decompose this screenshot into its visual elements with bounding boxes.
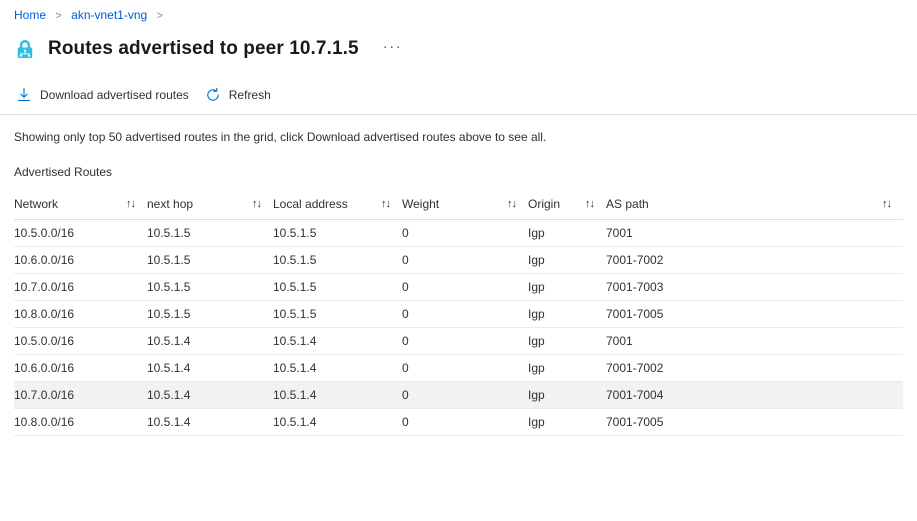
sort-icon-as-path[interactable]: ↑↓ <box>876 198 892 210</box>
column-header-local-address-label: Local address <box>273 197 348 211</box>
table-row[interactable]: 10.7.0.0/16 10.5.1.5 10.5.1.5 0 Igp 7001-7003 <box>14 273 903 301</box>
cell-next_hop: 10.5.1.4 <box>147 327 273 355</box>
column-header-network-label: Network <box>14 197 59 211</box>
table-row[interactable]: 10.8.0.0/16 10.5.1.4 10.5.1.4 0 Igp 7001-7005 <box>14 408 903 436</box>
cell-network: 10.8.0.0/16 <box>14 408 147 436</box>
cell-next_hop: 10.5.1.5 <box>147 246 273 274</box>
cell-as_path: 7001-7005 <box>606 300 903 328</box>
table-row[interactable]: 10.6.0.0/16 10.5.1.5 10.5.1.5 0 Igp 7001-7002 <box>14 246 903 274</box>
refresh-icon <box>207 87 219 101</box>
cell-weight: 0 <box>402 273 528 301</box>
table-header-row: Network ↑↓ next hop ↑↓ Local address ↑↓ <box>14 189 903 220</box>
cell-origin: Igp <box>528 327 606 355</box>
cell-network: 10.5.0.0/16 <box>14 327 147 355</box>
cell-weight: 0 <box>402 219 528 247</box>
cell-as_path: 7001 <box>606 327 903 355</box>
cell-origin: Igp <box>528 300 606 328</box>
table-row[interactable]: 10.5.0.0/16 10.5.1.4 10.5.1.4 0 Igp 7001 <box>14 327 903 355</box>
cell-origin: Igp <box>528 246 606 274</box>
cell-network: 10.7.0.0/16 <box>14 381 147 409</box>
download-advertised-routes-label: Download advertised routes <box>40 88 189 102</box>
breadcrumb-item-home[interactable]: Home <box>14 8 46 22</box>
cell-next_hop: 10.5.1.4 <box>147 408 273 436</box>
cell-network: 10.6.0.0/16 <box>14 354 147 382</box>
cell-as_path: 7001-7003 <box>606 273 903 301</box>
cell-weight: 0 <box>402 300 528 328</box>
cell-weight: 0 <box>402 327 528 355</box>
cell-weight: 0 <box>402 381 528 409</box>
cell-as_path: 7001-7004 <box>606 381 903 409</box>
column-header-weight-label: Weight <box>402 197 440 211</box>
cell-local_address: 10.5.1.4 <box>273 354 402 382</box>
sort-icon-local-address[interactable]: ↑↓ <box>375 198 391 210</box>
cell-weight: 0 <box>402 246 528 274</box>
column-header-as-path-label: AS path <box>606 197 649 211</box>
download-icon <box>17 88 31 101</box>
breadcrumb-separator-trailing: > <box>156 10 163 22</box>
cell-as_path: 7001-7005 <box>606 408 903 436</box>
command-bar: Download advertised routes Refresh <box>0 78 917 115</box>
cell-as_path: 7001-7002 <box>606 246 903 274</box>
breadcrumb-separator: > <box>55 10 62 22</box>
cell-next_hop: 10.5.1.4 <box>147 381 273 409</box>
refresh-button[interactable]: Refresh <box>203 81 279 109</box>
refresh-label: Refresh <box>228 88 271 102</box>
sort-icon-weight[interactable]: ↑↓ <box>501 198 517 210</box>
download-advertised-routes-button[interactable]: Download advertised routes <box>14 81 197 109</box>
cell-next_hop: 10.5.1.5 <box>147 273 273 301</box>
sort-icon-next-hop[interactable]: ↑↓ <box>246 198 262 210</box>
page-header: Routes advertised to peer 10.7.1.5 ··· <box>0 24 917 66</box>
breadcrumb: Home > akn-vnet1-vng > <box>0 0 917 24</box>
info-message: Showing only top 50 advertised routes in… <box>14 130 547 144</box>
cell-weight: 0 <box>402 408 528 436</box>
cell-origin: Igp <box>528 381 606 409</box>
table-header: Network ↑↓ next hop ↑↓ Local address ↑↓ <box>14 189 903 220</box>
cell-network: 10.5.0.0/16 <box>14 219 147 247</box>
cell-origin: Igp <box>528 354 606 382</box>
column-header-origin[interactable]: Origin ↑↓ <box>528 189 606 220</box>
table-row[interactable]: 10.8.0.0/16 10.5.1.5 10.5.1.5 0 Igp 7001-7005 <box>14 300 903 328</box>
cell-as_path: 7001 <box>606 219 903 247</box>
column-header-local-address[interactable]: Local address ↑↓ <box>273 189 402 220</box>
cell-as_path: 7001-7002 <box>606 354 903 382</box>
more-options-button[interactable]: ··· <box>379 39 407 58</box>
cell-origin: Igp <box>528 219 606 247</box>
sort-icon-origin[interactable]: ↑↓ <box>579 198 595 210</box>
cell-local_address: 10.5.1.5 <box>273 273 402 301</box>
cell-network: 10.6.0.0/16 <box>14 246 147 274</box>
page-title: Routes advertised to peer 10.7.1.5 <box>48 38 359 59</box>
grid-caption: Advertised Routes <box>14 165 113 179</box>
cell-network: 10.7.0.0/16 <box>14 273 147 301</box>
column-header-next-hop-label: next hop <box>147 197 194 211</box>
cell-local_address: 10.5.1.5 <box>273 246 402 274</box>
breadcrumb-item-akn-vnet1-vng[interactable]: akn-vnet1-vng <box>71 8 147 22</box>
vpn-gateway-padlock-icon <box>17 40 33 58</box>
cell-origin: Igp <box>528 408 606 436</box>
cell-local_address: 10.5.1.4 <box>273 408 402 436</box>
cell-next_hop: 10.5.1.4 <box>147 354 273 382</box>
cell-local_address: 10.5.1.5 <box>273 300 402 328</box>
cell-origin: Igp <box>528 273 606 301</box>
cell-weight: 0 <box>402 354 528 382</box>
cell-next_hop: 10.5.1.5 <box>147 219 273 247</box>
table-row[interactable]: 10.5.0.0/16 10.5.1.5 10.5.1.5 0 Igp 7001 <box>14 219 903 247</box>
table-row[interactable]: 10.7.0.0/16 10.5.1.4 10.5.1.4 0 Igp 7001-7004 <box>14 381 903 409</box>
column-header-weight[interactable]: Weight ↑↓ <box>402 189 528 220</box>
table-row[interactable]: 10.6.0.0/16 10.5.1.4 10.5.1.4 0 Igp 7001-7002 <box>14 354 903 382</box>
advertised-routes-grid: Network ↑↓ next hop ↑↓ Local address ↑↓ <box>0 189 903 436</box>
cell-next_hop: 10.5.1.5 <box>147 300 273 328</box>
table-body: 10.5.0.0/16 10.5.1.5 10.5.1.5 0 Igp 7001 10.6.… <box>14 219 903 436</box>
cell-local_address: 10.5.1.4 <box>273 381 402 409</box>
column-header-origin-label: Origin <box>528 197 561 211</box>
sort-icon-network[interactable]: ↑↓ <box>120 198 136 210</box>
cell-network: 10.8.0.0/16 <box>14 300 147 328</box>
column-header-as-path[interactable]: AS path ↑↓ <box>606 189 903 220</box>
cell-local_address: 10.5.1.5 <box>273 219 402 247</box>
cell-local_address: 10.5.1.4 <box>273 327 402 355</box>
column-header-network[interactable]: Network ↑↓ <box>14 189 147 220</box>
column-header-next-hop[interactable]: next hop ↑↓ <box>147 189 273 220</box>
routes-table: Network ↑↓ next hop ↑↓ Local address ↑↓ <box>14 189 903 436</box>
